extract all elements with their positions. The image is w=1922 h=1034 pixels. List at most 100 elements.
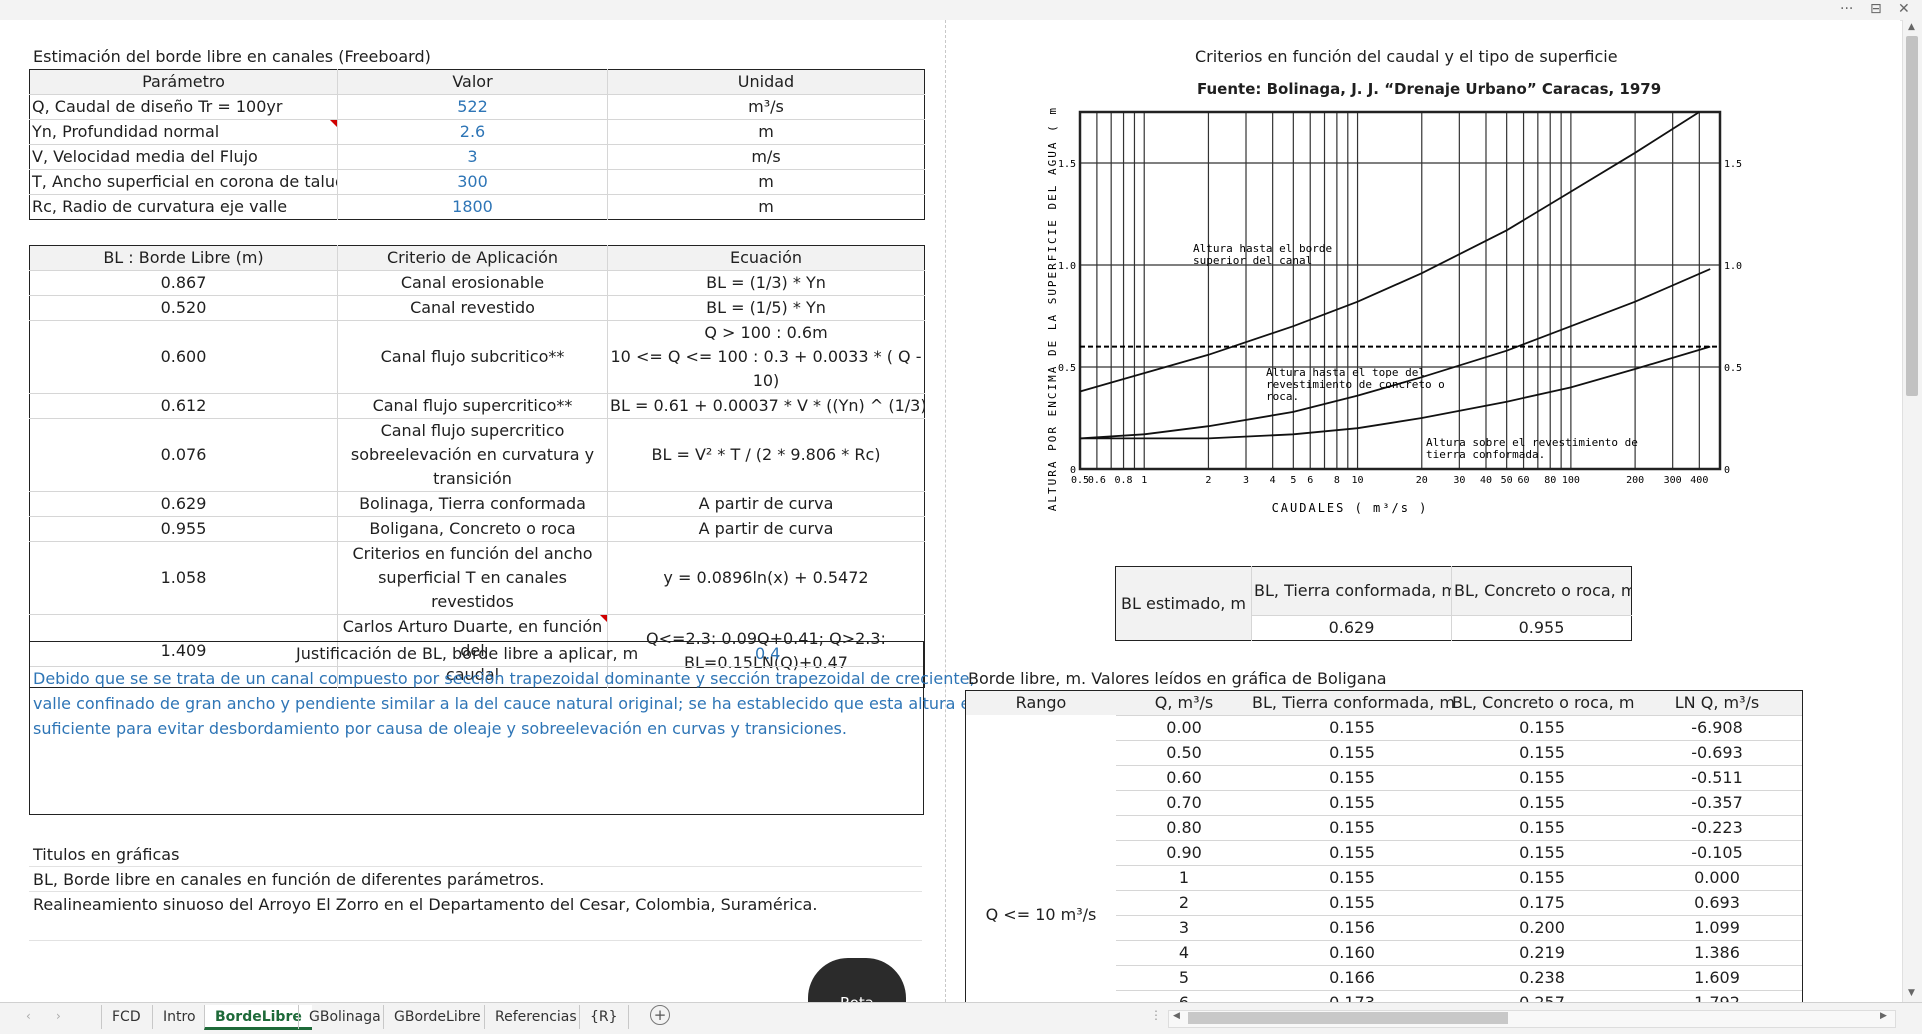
lookup-cell[interactable]: 3: [1116, 918, 1252, 937]
param-label[interactable]: Rc, Radio de curvatura eje valle: [29, 194, 338, 220]
lookup-cell[interactable]: -0.105: [1632, 843, 1802, 862]
lookup-cell[interactable]: 0.155: [1252, 893, 1452, 912]
lookup-cell[interactable]: 1: [1116, 868, 1252, 887]
lookup-cell[interactable]: 0.166: [1252, 968, 1452, 987]
param-unit[interactable]: m³/s: [607, 94, 925, 120]
bl-concreto-value[interactable]: 0.955: [1451, 615, 1632, 641]
table-row[interactable]: 0.076 Canal flujo supercritico sobreeleva…: [29, 418, 925, 492]
lookup-cell[interactable]: 0.155: [1252, 843, 1452, 862]
lookup-cell[interactable]: 0.175: [1452, 893, 1632, 912]
lookup-cell[interactable]: 0.219: [1452, 943, 1632, 962]
bolinaga-chart[interactable]: 0.5 0.6 0.8 1 2 3 4 5 6 8 10 20 30 40 50 60 80 100 200 300 4…: [1040, 89, 1760, 520]
bl-value[interactable]: 0.600: [29, 320, 338, 394]
table-row[interactable]: Rc, Radio de curvatura eje valle 1800 m: [29, 194, 925, 220]
criterion[interactable]: Criterios en función del ancho superficia…: [337, 541, 608, 615]
split-handle-icon[interactable]: ⋮: [1150, 1008, 1162, 1022]
criterion[interactable]: Canal revestido: [337, 295, 608, 321]
tab-referencias[interactable]: Referencias: [484, 1005, 587, 1029]
justification-value[interactable]: 0.4: [755, 644, 780, 663]
table-row[interactable]: 1.058 Criterios en función del ancho supe…: [29, 541, 925, 615]
param-value[interactable]: 1800: [337, 194, 608, 220]
criterion[interactable]: Boligana, Concreto o roca: [337, 516, 608, 542]
lookup-cell[interactable]: 0.160: [1252, 943, 1452, 962]
lookup-cell[interactable]: 2: [1116, 893, 1252, 912]
scroll-down-icon[interactable]: ▼: [1908, 988, 1915, 998]
table-row[interactable]: 0.612 Canal flujo supercritico** BL = 0.…: [29, 393, 925, 419]
lookup-cell[interactable]: -0.357: [1632, 793, 1802, 812]
title-line[interactable]: Realineamiento sinuoso del Arroyo El Zor…: [33, 895, 817, 914]
bl-value[interactable]: 0.955: [29, 516, 338, 542]
vertical-scroll-thumb[interactable]: [1906, 36, 1918, 396]
lookup-cell[interactable]: 0.155: [1452, 718, 1632, 737]
param-label[interactable]: T, Ancho superficial en corona de talude…: [29, 169, 338, 195]
tab-intro[interactable]: Intro: [152, 1005, 206, 1029]
tab-r[interactable]: {R}: [579, 1005, 629, 1029]
param-label[interactable]: V, Velocidad media del Flujo: [29, 144, 338, 170]
lookup-cell[interactable]: 0.155: [1252, 743, 1452, 762]
bl-value[interactable]: 0.629: [29, 491, 338, 517]
lookup-cell[interactable]: 0.155: [1452, 843, 1632, 862]
lookup-cell[interactable]: 0.70: [1116, 793, 1252, 812]
table-row[interactable]: 0.629 Bolinaga, Tierra conformada A part…: [29, 491, 925, 517]
bl-value[interactable]: 0.612: [29, 393, 338, 419]
table-row[interactable]: T, Ancho superficial en corona de talude…: [29, 169, 925, 195]
lookup-cell[interactable]: 0.155: [1452, 818, 1632, 837]
param-label[interactable]: Q, Caudal de diseño Tr = 100yr: [29, 94, 338, 120]
equation[interactable]: A partir de curva: [607, 516, 925, 542]
param-value[interactable]: 522: [337, 94, 608, 120]
lookup-cell[interactable]: -6.908: [1632, 718, 1802, 737]
table-row[interactable]: 0.600 Canal flujo subcritico** Q > 100 :…: [29, 320, 925, 394]
table-row[interactable]: Q, Caudal de diseño Tr = 100yr 522 m³/s: [29, 94, 925, 120]
equation[interactable]: Q > 100 : 0.6m 10 <= Q <= 100 : 0.3 + 0.0…: [607, 320, 925, 394]
range-label[interactable]: Q <= 10 m³/s: [966, 905, 1116, 924]
param-value[interactable]: 2.6: [337, 119, 608, 145]
table-row[interactable]: 0.520 Canal revestido BL = (1/5) * Yn: [29, 295, 925, 321]
add-sheet-icon[interactable]: +: [650, 1005, 670, 1025]
param-unit[interactable]: m/s: [607, 144, 925, 170]
lookup-cell[interactable]: 0.00: [1116, 718, 1252, 737]
scroll-right-icon[interactable]: ▶: [1880, 1011, 1887, 1021]
lookup-cell[interactable]: 1.609: [1632, 968, 1802, 987]
param-value[interactable]: 3: [337, 144, 608, 170]
lookup-cell[interactable]: 0.156: [1252, 918, 1452, 937]
lookup-cell[interactable]: 0.693: [1632, 893, 1802, 912]
lookup-cell[interactable]: 0.80: [1116, 818, 1252, 837]
lookup-cell[interactable]: -0.693: [1632, 743, 1802, 762]
lookup-cell[interactable]: 0.155: [1252, 868, 1452, 887]
lookup-cell[interactable]: 0.155: [1452, 793, 1632, 812]
scroll-up-icon[interactable]: ▲: [1908, 22, 1915, 32]
lookup-cell[interactable]: 0.200: [1452, 918, 1632, 937]
lookup-cell[interactable]: 5: [1116, 968, 1252, 987]
comment-indicator[interactable]: [600, 615, 607, 622]
criterion[interactable]: Canal erosionable: [337, 270, 608, 296]
bl-value[interactable]: 1.058: [29, 541, 338, 615]
tab-gbolinaga[interactable]: GBolinaga: [298, 1005, 391, 1029]
bl-value[interactable]: 0.076: [29, 418, 338, 492]
param-unit[interactable]: m: [607, 119, 925, 145]
scroll-left-icon[interactable]: ◀: [1173, 1011, 1180, 1021]
criterion[interactable]: Bolinaga, Tierra conformada: [337, 491, 608, 517]
bl-value[interactable]: 0.867: [29, 270, 338, 296]
close-icon[interactable]: ✕: [1898, 1, 1910, 17]
lookup-cell[interactable]: 0.90: [1116, 843, 1252, 862]
lookup-cell[interactable]: -0.223: [1632, 818, 1802, 837]
equation[interactable]: A partir de curva: [607, 491, 925, 517]
tab-scroll-right-icon[interactable]: ›: [56, 1009, 61, 1023]
equation[interactable]: y = 0.0896ln(x) + 0.5472: [607, 541, 925, 615]
lookup-cell[interactable]: 0.000: [1632, 868, 1802, 887]
equation[interactable]: BL = V² * T / (2 * 9.806 * Rc): [607, 418, 925, 492]
justification-text[interactable]: Debido que se se trata de un canal compu…: [33, 669, 975, 688]
lookup-cell[interactable]: 1.386: [1632, 943, 1802, 962]
horizontal-scroll-thumb[interactable]: [1188, 1012, 1508, 1024]
lookup-cell[interactable]: 0.155: [1452, 768, 1632, 787]
lookup-cell[interactable]: 0.155: [1252, 793, 1452, 812]
lookup-cell[interactable]: -0.511: [1632, 768, 1802, 787]
lookup-cell[interactable]: 0.50: [1116, 743, 1252, 762]
equation[interactable]: BL = (1/3) * Yn: [607, 270, 925, 296]
more-options-icon[interactable]: ···: [1840, 1, 1853, 17]
criterion[interactable]: Canal flujo supercritico sobreelevación e…: [337, 418, 608, 492]
tab-gbordelibre[interactable]: GBordeLibre: [383, 1005, 491, 1029]
lookup-cell[interactable]: 0.155: [1252, 818, 1452, 837]
table-row[interactable]: 0.955 Boligana, Concreto o roca A partir…: [29, 516, 925, 542]
lookup-cell[interactable]: 0.155: [1452, 743, 1632, 762]
